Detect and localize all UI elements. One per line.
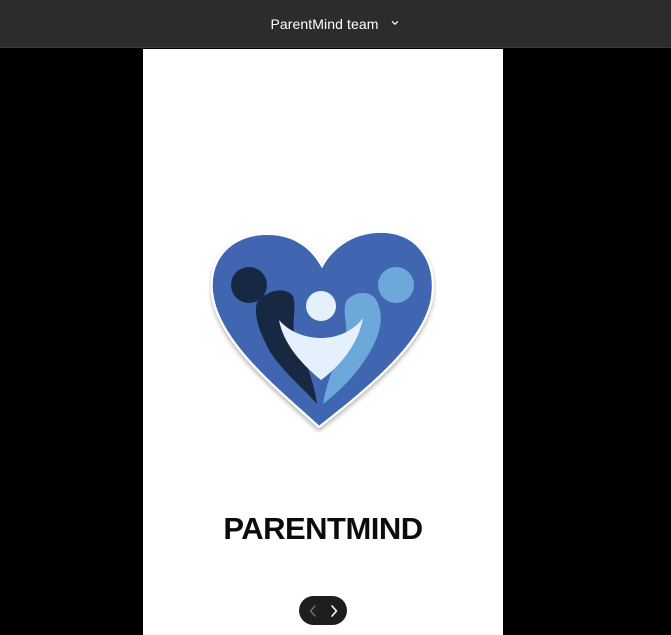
heart-shape: [210, 230, 434, 429]
chevron-right-icon: [330, 604, 337, 617]
team-selector[interactable]: ParentMind team: [0, 0, 671, 48]
chevron-left-icon: [309, 604, 316, 617]
brand-title: PARENTMIND: [223, 511, 423, 546]
previous-button[interactable]: [304, 601, 322, 621]
parent-left-head: [231, 267, 267, 303]
chevron-down-icon: [389, 17, 401, 29]
child-head: [306, 291, 336, 321]
team-name: ParentMind team: [270, 16, 379, 32]
prototype-navigation: [299, 596, 347, 625]
prototype-frame: PARENTMIND: [143, 49, 503, 635]
parent-right-head: [378, 267, 414, 303]
top-bar: ParentMind team: [0, 0, 671, 48]
next-button[interactable]: [325, 601, 343, 621]
heart-family-logo: [210, 230, 434, 429]
